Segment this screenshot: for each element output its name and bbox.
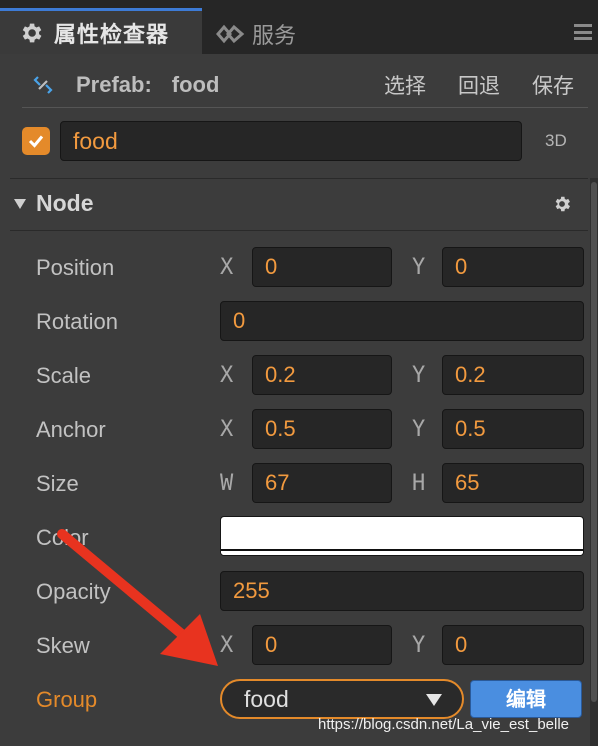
- anchor-x-input[interactable]: 0.5: [252, 409, 392, 449]
- prefab-bar: Prefab: food 选择 回退 保存: [22, 62, 588, 108]
- color-label: Color: [36, 525, 89, 550]
- skew-label: Skew: [36, 633, 90, 658]
- opacity-label: Opacity: [36, 579, 111, 604]
- tab-services[interactable]: 服务: [214, 16, 296, 52]
- hamburger-icon[interactable]: [574, 24, 592, 40]
- size-w-axis: W: [220, 471, 234, 496]
- size-h-input[interactable]: 65: [442, 463, 584, 503]
- scrollbar-thumb[interactable]: [591, 182, 597, 702]
- group-select-value: food: [244, 686, 289, 712]
- gear-icon: [22, 23, 42, 42]
- rotation-input[interactable]: 0: [220, 301, 584, 341]
- tab-bar: 属性检查器 服务: [0, 0, 598, 54]
- prefab-title: Prefab:: [76, 71, 152, 97]
- prefab-name: food: [171, 71, 220, 97]
- prefab-save-button[interactable]: 保存: [532, 70, 574, 100]
- gear-icon[interactable]: [552, 194, 572, 214]
- group-select[interactable]: food: [220, 679, 464, 719]
- position-x-input[interactable]: 0: [252, 247, 392, 287]
- node-section-title: Node: [36, 190, 94, 216]
- skew-x-input[interactable]: 0: [252, 625, 392, 665]
- collapse-triangle-icon: [14, 198, 26, 209]
- position-y-axis: Y: [412, 255, 426, 280]
- opacity-input[interactable]: 255: [220, 571, 584, 611]
- prefab-link-icon: [33, 75, 53, 94]
- scale-x-input[interactable]: 0.2: [252, 355, 392, 395]
- skew-y-axis: Y: [412, 633, 426, 658]
- watermark: https://blog.csdn.net/La_vie_est_belle: [318, 716, 570, 733]
- node-active-checkbox[interactable]: [22, 127, 50, 155]
- anchor-y-axis: Y: [412, 417, 426, 442]
- divider: [10, 178, 588, 179]
- dropdown-caret-icon: [426, 694, 442, 706]
- tab-services-label: 服务: [252, 24, 297, 49]
- link-icon: [216, 24, 245, 44]
- size-w-input[interactable]: 67: [252, 463, 392, 503]
- size-h-axis: H: [412, 471, 426, 496]
- position-y-input[interactable]: 0: [442, 247, 584, 287]
- node-section-header[interactable]: Node: [14, 190, 94, 217]
- mode-3d-toggle[interactable]: 3D: [545, 131, 567, 151]
- divider: [10, 230, 588, 231]
- skew-x-axis: X: [220, 633, 234, 658]
- scale-y-axis: Y: [412, 363, 426, 388]
- scale-y-input[interactable]: 0.2: [442, 355, 584, 395]
- tab-inspector-label: 属性检查器: [54, 22, 170, 48]
- scale-x-axis: X: [220, 363, 234, 388]
- tab-inspector[interactable]: 属性检查器: [0, 8, 202, 54]
- anchor-label: Anchor: [36, 417, 106, 442]
- prefab-revert-button[interactable]: 回退: [458, 70, 500, 100]
- color-picker[interactable]: [220, 516, 584, 556]
- position-x-axis: X: [220, 255, 234, 280]
- color-alpha-bar: [221, 549, 583, 555]
- prefab-actions: 选择 回退 保存: [384, 70, 574, 100]
- prefab-select-button[interactable]: 选择: [384, 70, 426, 100]
- anchor-x-axis: X: [220, 417, 234, 442]
- skew-y-input[interactable]: 0: [442, 625, 584, 665]
- size-label: Size: [36, 471, 79, 496]
- anchor-y-input[interactable]: 0.5: [442, 409, 584, 449]
- position-label: Position: [36, 255, 115, 280]
- node-name-input[interactable]: food: [60, 121, 522, 161]
- checkmark-icon: [28, 135, 44, 148]
- rotation-label: Rotation: [36, 309, 118, 334]
- scale-label: Scale: [36, 363, 92, 388]
- group-edit-button[interactable]: 编辑: [470, 680, 582, 718]
- group-label: Group: [36, 687, 98, 712]
